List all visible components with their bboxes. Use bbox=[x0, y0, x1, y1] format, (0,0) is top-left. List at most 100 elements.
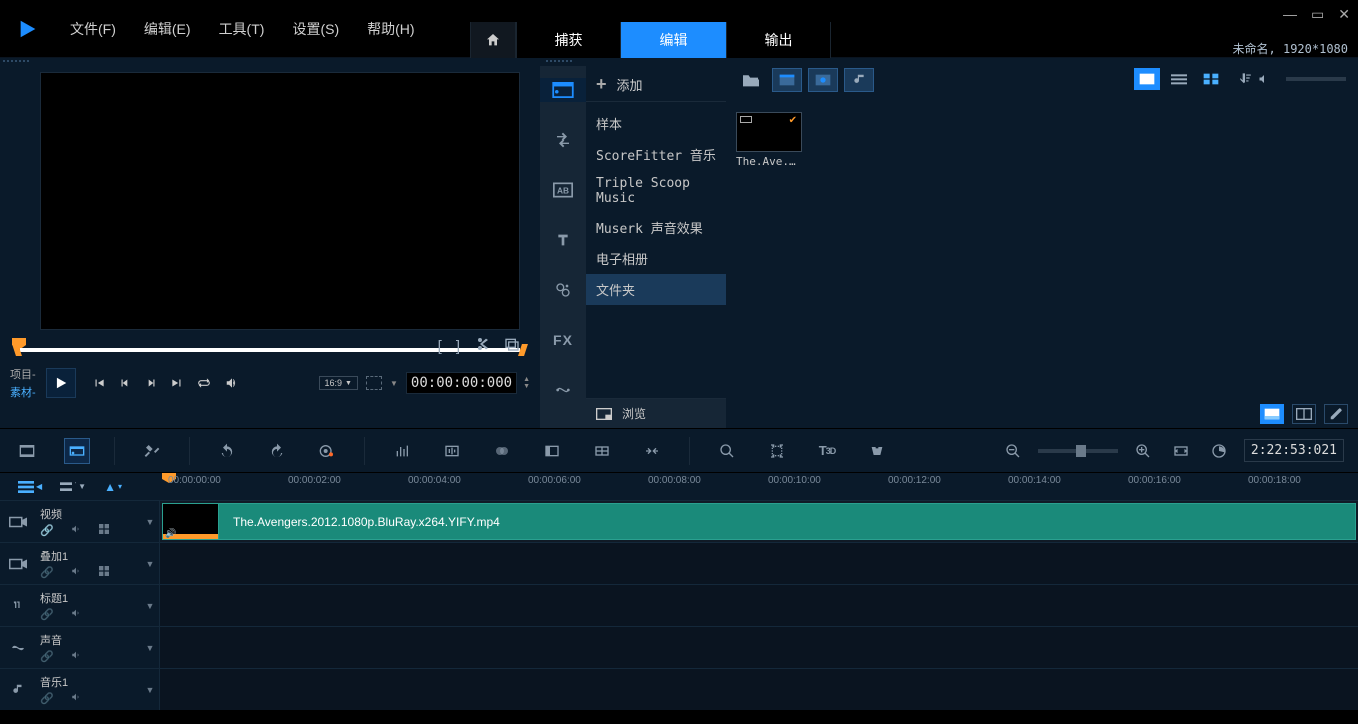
redo-button[interactable] bbox=[264, 438, 290, 464]
tab-capture[interactable]: 捕获 bbox=[516, 22, 621, 58]
mask-button[interactable] bbox=[864, 438, 890, 464]
track-link-button[interactable]: 🔗 bbox=[40, 524, 54, 537]
library-add-button[interactable]: +添加 bbox=[586, 68, 726, 102]
minimize-button[interactable]: — bbox=[1283, 6, 1297, 23]
menu-edit[interactable]: 编辑(E) bbox=[130, 13, 205, 45]
lib-cat-title-icon[interactable] bbox=[551, 228, 575, 252]
zoom-in-button[interactable] bbox=[1130, 438, 1156, 464]
track-manager-button[interactable]: ◀ bbox=[18, 480, 42, 494]
close-button[interactable]: ✕ bbox=[1338, 6, 1350, 23]
track-link-button[interactable]: 🔗 bbox=[40, 608, 54, 621]
preview-mode-toggle[interactable]: 项目- 素材- bbox=[10, 366, 36, 400]
timecode-down[interactable]: ▼ bbox=[523, 383, 530, 390]
lib-cat-motion-icon[interactable] bbox=[551, 378, 575, 402]
auto-music-button[interactable] bbox=[439, 438, 465, 464]
view-grid-button[interactable] bbox=[1198, 68, 1224, 90]
undo-button[interactable] bbox=[214, 438, 240, 464]
timeline-view-button[interactable] bbox=[64, 438, 90, 464]
pan-zoom-button[interactable] bbox=[764, 438, 790, 464]
lib-src-ealbum[interactable]: 电子相册 bbox=[586, 243, 726, 274]
track-mute-button[interactable] bbox=[70, 692, 82, 705]
chapter-button[interactable] bbox=[539, 438, 565, 464]
subtitle-button[interactable] bbox=[589, 438, 615, 464]
maximize-button[interactable]: ▭ bbox=[1311, 6, 1324, 23]
aspect-ratio-selector[interactable]: 16:9▼ bbox=[319, 376, 358, 390]
track-body-title[interactable] bbox=[160, 585, 1358, 626]
lib-cat-fx-icon[interactable]: FX bbox=[551, 328, 575, 352]
filter-audio-button[interactable] bbox=[844, 68, 874, 92]
media-thumbnail[interactable]: ✔ The.Ave... bbox=[736, 112, 802, 168]
track-mute-button[interactable] bbox=[70, 608, 82, 621]
home-button[interactable] bbox=[470, 22, 516, 58]
track-collapse-button[interactable]: ▼ bbox=[141, 669, 159, 710]
menu-tools[interactable]: 工具(T) bbox=[205, 13, 279, 45]
mark-in-button[interactable]: [ bbox=[438, 338, 442, 355]
timeline-zoom-slider[interactable] bbox=[1038, 449, 1118, 453]
track-body-music[interactable] bbox=[160, 669, 1358, 710]
preview-timecode[interactable]: 00:00:00:000 bbox=[406, 372, 517, 394]
track-body-voice[interactable] bbox=[160, 627, 1358, 668]
lib-cat-ab-icon[interactable]: AB bbox=[551, 178, 575, 202]
menu-file[interactable]: 文件(F) bbox=[56, 13, 130, 45]
mark-out-button[interactable]: ] bbox=[456, 338, 460, 355]
goto-start-button[interactable] bbox=[92, 376, 106, 390]
lib-src-sample[interactable]: 样本 bbox=[586, 108, 726, 139]
tab-edit[interactable]: 编辑 bbox=[621, 22, 726, 58]
view-list-button[interactable] bbox=[1166, 68, 1192, 90]
view-thumbnails-button[interactable] bbox=[1134, 68, 1160, 90]
menu-help[interactable]: 帮助(H) bbox=[353, 13, 428, 45]
fit-project-button[interactable] bbox=[1168, 438, 1194, 464]
panel-edit-button[interactable] bbox=[1324, 404, 1348, 424]
panel-layout-1-button[interactable] bbox=[1260, 404, 1284, 424]
track-collapse-button[interactable]: ▼ bbox=[141, 585, 159, 626]
lib-src-triplescoop[interactable]: Triple Scoop Music bbox=[586, 170, 726, 212]
lib-src-muserk[interactable]: Muserk 声音效果 bbox=[586, 212, 726, 243]
lib-cat-media-icon[interactable] bbox=[540, 78, 586, 102]
track-fx-button[interactable] bbox=[98, 566, 110, 579]
filter-photo-button[interactable] bbox=[808, 68, 838, 92]
menu-settings[interactable]: 设置(S) bbox=[278, 13, 353, 45]
filter-video-button[interactable] bbox=[772, 68, 802, 92]
track-fx-button[interactable] bbox=[98, 524, 110, 537]
multicam-button[interactable] bbox=[639, 438, 665, 464]
lib-cat-transitions-icon[interactable] bbox=[551, 128, 575, 152]
lib-src-folders[interactable]: 文件夹 bbox=[586, 274, 726, 305]
track-body-overlay[interactable] bbox=[160, 543, 1358, 584]
panel-layout-2-button[interactable] bbox=[1292, 404, 1316, 424]
track-link-button[interactable]: 🔗 bbox=[40, 692, 54, 705]
sort-button[interactable] bbox=[1238, 70, 1252, 89]
project-duration[interactable]: 2:22:53:021 bbox=[1244, 439, 1344, 462]
audio-mixer-button[interactable] bbox=[389, 438, 415, 464]
track-mute-button[interactable] bbox=[70, 566, 82, 579]
tools-button[interactable] bbox=[139, 438, 165, 464]
zoom-out-button[interactable] bbox=[1000, 438, 1026, 464]
library-volume-slider[interactable] bbox=[1286, 77, 1346, 81]
3d-title-button[interactable]: T3D bbox=[814, 438, 840, 464]
panel-grip[interactable] bbox=[0, 58, 540, 66]
track-mute-button[interactable] bbox=[70, 524, 82, 537]
zoom-search-button[interactable] bbox=[714, 438, 740, 464]
volume-button[interactable] bbox=[224, 376, 240, 390]
next-frame-button[interactable] bbox=[144, 376, 158, 390]
track-link-button[interactable]: 🔗 bbox=[40, 566, 54, 579]
track-body-video[interactable]: 🔊 The.Avengers.2012.1080p.BluRay.x264.YI… bbox=[160, 501, 1358, 542]
ruler-marker-button[interactable]: ▲▾ bbox=[104, 480, 122, 494]
storyboard-view-button[interactable] bbox=[14, 438, 40, 464]
expand-preview-button[interactable] bbox=[366, 376, 382, 390]
play-button[interactable] bbox=[46, 368, 76, 398]
goto-end-button[interactable] bbox=[170, 376, 184, 390]
video-clip[interactable]: 🔊 The.Avengers.2012.1080p.BluRay.x264.YI… bbox=[162, 503, 1356, 540]
lib-src-scorefitter[interactable]: ScoreFitter 音乐 bbox=[586, 139, 726, 170]
split-clip-button[interactable] bbox=[474, 336, 490, 356]
track-collapse-button[interactable]: ▼ bbox=[141, 501, 159, 542]
batch-button[interactable] bbox=[504, 336, 520, 356]
add-track-button[interactable]: +▼ bbox=[60, 480, 86, 494]
tab-output[interactable]: 输出 bbox=[726, 22, 831, 58]
loop-button[interactable] bbox=[196, 376, 212, 390]
track-collapse-button[interactable]: ▼ bbox=[141, 543, 159, 584]
track-transparency-button[interactable] bbox=[489, 438, 515, 464]
timecode-up[interactable]: ▲ bbox=[523, 376, 530, 383]
lib-cat-overlay-icon[interactable] bbox=[551, 278, 575, 302]
timeline-ruler[interactable]: 00:00:00:00 00:00:02:00 00:00:04:00 00:0… bbox=[160, 473, 1358, 500]
preview-viewport[interactable] bbox=[40, 72, 520, 330]
